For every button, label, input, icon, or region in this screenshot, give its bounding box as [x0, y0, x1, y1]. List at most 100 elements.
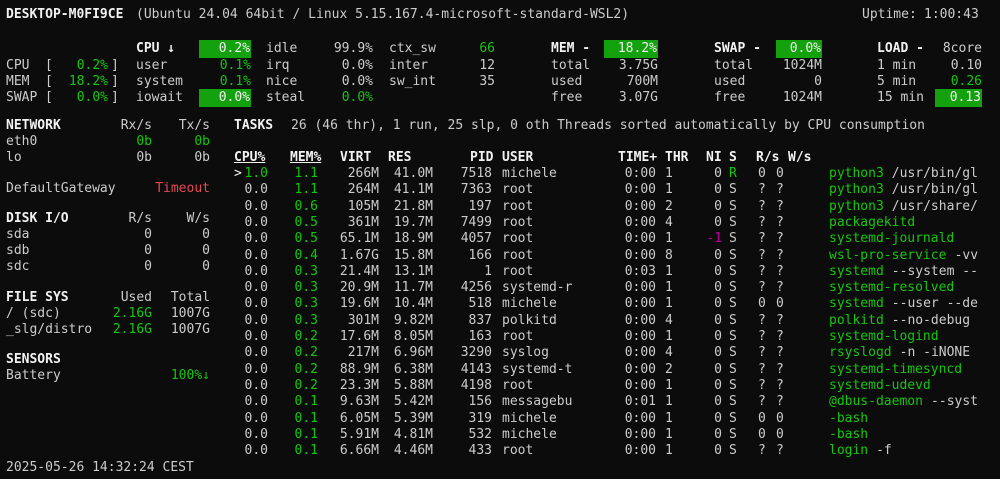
process-mem: 0.1	[294, 410, 318, 426]
process-cmd: -bash	[829, 410, 869, 426]
terminal-window: DESKTOP-M0FI9CE (Ubuntu 24.04 64bit / Li…	[0, 0, 1000, 479]
process-time: 0:00	[624, 345, 656, 361]
process-pid: 166	[468, 247, 492, 263]
process-thr: 4	[665, 345, 673, 361]
gateway-status: Timeout	[155, 181, 210, 196]
process-cmd: python3	[829, 182, 884, 198]
process-cpu: 0.0	[244, 198, 268, 214]
process-user: root	[502, 182, 534, 198]
process-cmd: systemd	[829, 263, 884, 279]
cpu-swint-value: 35	[479, 74, 495, 89]
process-w: ?	[776, 312, 784, 328]
fs-mount-used: 2.16G	[112, 322, 152, 337]
process-s: S	[729, 280, 737, 296]
process-r: ?	[758, 377, 766, 393]
process-user: root	[502, 377, 534, 393]
process-cpu: 1.0	[244, 166, 268, 181]
process-pid: 4256	[460, 280, 492, 296]
process-user: michele	[502, 426, 557, 442]
process-s: S	[729, 312, 737, 328]
process-thr: 1	[665, 296, 673, 312]
process-time: 0:00	[624, 377, 656, 393]
process-s: S	[729, 247, 737, 263]
process-w: 0	[776, 410, 784, 426]
process-user: root	[502, 443, 534, 459]
process-cpu: 0.0	[244, 312, 268, 328]
cpu-steal-value: 0.0%	[341, 90, 373, 105]
column-header-write[interactable]: W/s	[788, 149, 811, 167]
process-cmd: systemd	[829, 296, 884, 312]
process-r: 0	[758, 410, 766, 426]
process-args: /usr/share/	[891, 198, 978, 214]
process-cpu: 0.0	[244, 394, 268, 410]
process-res: 41.1M	[393, 182, 433, 198]
process-s: S	[729, 263, 737, 279]
process-s: S	[729, 231, 737, 247]
process-ni: 0	[714, 377, 722, 393]
process-r: 0	[758, 296, 766, 312]
process-ni: 0	[714, 296, 722, 312]
process-s: S	[729, 182, 737, 198]
process-pid: 837	[468, 312, 492, 328]
disk-name: sdc	[6, 259, 30, 274]
process-mem: 1.1	[294, 182, 318, 198]
process-thr: 1	[665, 329, 673, 344]
process-cmd: polkitd	[829, 312, 884, 328]
process-s: S	[729, 198, 737, 214]
tasks-summary: 26 (46 thr), 1 run, 25 slp, 0 oth Thread…	[291, 118, 925, 133]
cpu-iowait-value: 0.0%	[199, 89, 251, 107]
tasks-title: TASKS	[234, 118, 274, 133]
process-r: ?	[758, 263, 766, 279]
process-cpu: 0.0	[244, 410, 268, 426]
process-pid: 433	[468, 443, 492, 459]
process-cpu: 0.0	[244, 443, 268, 459]
process-pid: 7518	[460, 166, 492, 181]
process-w: ?	[776, 443, 784, 459]
process-cmd: systemd-timesyncd	[829, 361, 963, 377]
process-ni: 0	[714, 312, 722, 328]
mem-free-value: 3.07G	[618, 90, 658, 105]
process-ni: 0	[714, 166, 722, 181]
process-res: 5.42M	[393, 394, 433, 410]
process-time: 0:00	[624, 426, 656, 442]
process-w: ?	[776, 280, 784, 296]
process-r: ?	[758, 198, 766, 214]
process-virt: 21.4M	[339, 263, 379, 279]
process-ni: 0	[714, 182, 722, 198]
network-iface-tx: 0b	[194, 150, 210, 165]
battery-value: 100%↓	[170, 368, 210, 383]
process-s: S	[729, 214, 737, 230]
process-s: S	[729, 329, 737, 344]
process-cpu: 0.0	[244, 280, 268, 296]
process-time: 0:00	[624, 443, 656, 459]
process-res: 11.7M	[393, 280, 433, 296]
swap-percent: 0.0%	[776, 40, 822, 58]
process-w: ?	[776, 263, 784, 279]
process-mem: 0.3	[294, 296, 318, 312]
process-user: root	[502, 198, 534, 214]
process-s: S	[729, 443, 737, 459]
process-mem: 0.5	[294, 214, 318, 230]
process-r: ?	[758, 345, 766, 361]
process-user: root	[502, 329, 534, 344]
process-r: ?	[758, 280, 766, 296]
process-cmd: packagekitd	[829, 214, 916, 230]
process-mem: 0.2	[294, 361, 318, 377]
process-thr: 4	[665, 214, 673, 230]
process-w: ?	[776, 377, 784, 393]
process-mem: 0.6	[294, 198, 318, 214]
cpu-iowait-label: iowait	[136, 90, 183, 105]
process-ni: 0	[714, 345, 722, 361]
process-r: ?	[758, 231, 766, 247]
bracket: ]	[111, 90, 119, 105]
swap-free-label: free	[714, 90, 746, 105]
process-args: --syst	[931, 394, 979, 410]
process-time: 0:00	[624, 214, 656, 230]
process-s: S	[729, 377, 737, 393]
process-time: 0:00	[624, 361, 656, 377]
process-r: ?	[758, 312, 766, 328]
process-cpu: 0.0	[244, 426, 268, 442]
process-time: 0:00	[624, 296, 656, 312]
process-w: ?	[776, 329, 784, 344]
process-args: /usr/bin/gl	[891, 182, 978, 198]
